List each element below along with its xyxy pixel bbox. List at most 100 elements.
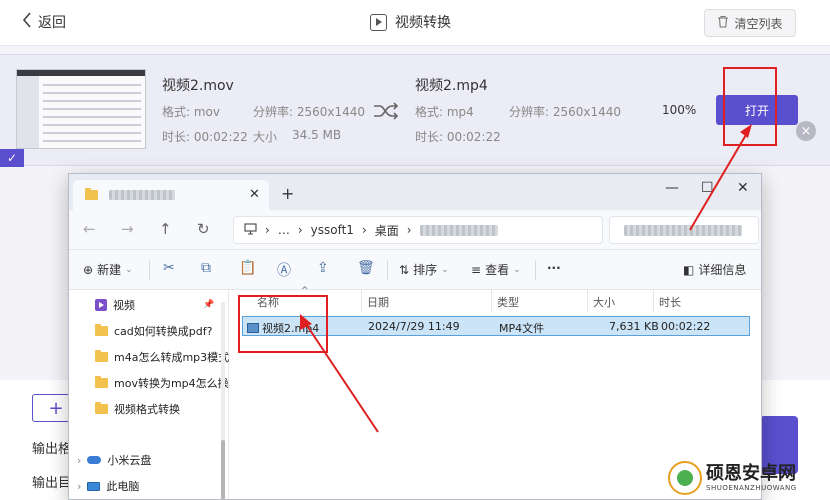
new-button[interactable]: ⊕ 新建 ⌄ (83, 261, 133, 278)
breadcrumb-sep-icon: › (406, 223, 412, 237)
breadcrumb-blurred (419, 224, 498, 236)
progress-percent: 100% (662, 103, 697, 117)
chevron-left-icon (22, 12, 32, 32)
trash-icon (717, 15, 729, 31)
target-resolution: 分辨率: 2560x1440 (509, 105, 622, 119)
breadcrumb-yssoft1[interactable]: yssoft1 (311, 223, 354, 237)
highlight-file (238, 295, 328, 353)
paste-icon[interactable]: 📋 (239, 260, 256, 276)
view-label: 查看 (485, 263, 510, 277)
source-size-label: 大小 (253, 130, 278, 144)
column-header-date[interactable]: 日期 (367, 294, 389, 310)
file-duration: 00:02:22 (661, 320, 711, 333)
output-dir-label: 输出目 (32, 476, 72, 491)
remove-item-icon[interactable]: × (796, 121, 816, 141)
nav-item-label: m4a怎么转成mp3模式? (114, 351, 235, 364)
details-pane-icon: ◧ (683, 262, 695, 277)
folder-icon (95, 376, 108, 388)
monitor-icon (244, 222, 257, 238)
nav-item-xiaomi-cloud[interactable]: › 小米云盘 (77, 452, 151, 468)
refresh-icon[interactable]: ↻ (197, 220, 210, 238)
video-folder-icon (95, 299, 107, 311)
chevron-down-icon: ⌄ (441, 264, 449, 275)
back-button[interactable]: 返回 (22, 12, 66, 32)
forward-arrow-icon[interactable]: → (121, 220, 134, 238)
conversion-item: ✓ 视频2.mov 格式: mov 分辨率: 2560x1440 时长: 00:… (0, 54, 830, 167)
nav-item-label: cad如何转换成pdf? (114, 325, 213, 338)
target-duration: 时长: 00:02:22 (415, 130, 501, 144)
convert-arrows-icon (372, 101, 400, 124)
chevron-right-icon: › (77, 479, 82, 493)
view-list-icon: ≡ (471, 262, 482, 277)
sort-icon: ⇅ (399, 262, 410, 277)
more-options-button[interactable]: ··· (547, 261, 561, 275)
source-size-value: 34.5 MB (292, 128, 342, 142)
source-format: 格式: mov (162, 105, 220, 119)
rename-icon[interactable]: Ⓐ (277, 260, 291, 280)
address-field[interactable]: › … › yssoft1 › 桌面 › (233, 216, 603, 244)
nav-scrollbar-thumb[interactable] (221, 440, 225, 499)
breadcrumb-sep-icon: › (361, 223, 367, 237)
view-button[interactable]: ≡ 查看 ⌄ (471, 261, 521, 278)
search-blurred (624, 224, 742, 236)
page-title: 视频转换 (370, 12, 451, 32)
nav-item-mov-mp4[interactable]: mov转换为mp4怎么操作 (95, 375, 240, 391)
new-tab-button[interactable]: + (281, 184, 294, 203)
explorer-tab[interactable]: ✕ (73, 180, 269, 210)
folder-icon (95, 324, 108, 336)
breadcrumb-sep-icon: › (265, 223, 270, 237)
search-input[interactable] (609, 216, 759, 244)
clear-list-button[interactable]: 清空列表 (704, 9, 796, 37)
minimize-icon[interactable]: — (665, 180, 679, 196)
chevron-down-icon: ⌄ (513, 264, 521, 275)
sort-button[interactable]: ⇅ 排序 ⌄ (399, 261, 449, 278)
nav-item-this-pc[interactable]: › 此电脑 (77, 478, 139, 494)
maximize-icon[interactable]: ☐ (701, 180, 714, 196)
column-header-size[interactable]: 大小 (593, 294, 615, 310)
selected-check-icon[interactable]: ✓ (0, 149, 24, 167)
folder-icon (85, 188, 98, 200)
breadcrumb-ellipsis[interactable]: … (278, 223, 290, 237)
pin-icon: 📌 (203, 300, 215, 310)
output-format-label: 输出格 (32, 442, 72, 457)
nav-item-cad-pdf[interactable]: cad如何转换成pdf? (95, 323, 212, 339)
navigation-pane: 视频 📌 cad如何转换成pdf? m4a怎么转成mp3模式? mov转换为mp… (69, 290, 240, 499)
nav-item-label: 视频 (113, 299, 135, 312)
video-play-icon (370, 13, 387, 31)
file-type: MP4文件 (499, 322, 545, 335)
nav-item-videos[interactable]: 视频 📌 (95, 297, 214, 313)
column-header-duration[interactable]: 时长 (659, 294, 681, 310)
target-filename: 视频2.mp4 (415, 78, 488, 94)
up-arrow-icon[interactable]: ↑ (159, 220, 172, 238)
window-close-icon[interactable]: ✕ (737, 180, 749, 196)
tab-close-icon[interactable]: ✕ (249, 187, 260, 202)
back-label: 返回 (38, 15, 66, 31)
file-explorer-window: ✕ + — ☐ ✕ ← → ↑ ↻ › … › yssoft1 › 桌面 › ⊕… (68, 173, 762, 500)
chevron-down-icon: ⌄ (125, 264, 133, 275)
watermark-title: 硕恩安卓网 (706, 463, 796, 484)
source-filename: 视频2.mov (162, 78, 234, 94)
nav-item-m4a-mp3[interactable]: m4a怎么转成mp3模式? (95, 349, 235, 365)
explorer-titlebar: ✕ + — ☐ ✕ (69, 174, 761, 210)
cut-icon[interactable]: ✂ (163, 260, 175, 276)
source-duration: 时长: 00:02:22 (162, 130, 248, 144)
delete-icon[interactable]: 🗑 (357, 260, 375, 276)
new-label: 新建 (97, 263, 122, 277)
watermark-subtitle: SHUOENANZHUOWANG (706, 484, 797, 492)
explorer-toolbar: ⊕ 新建 ⌄ ✂ ⧉ 📋 Ⓐ ⇪ 🗑 ⇅ 排序 ⌄ ≡ 查看 ⌄ ··· ◧ 详… (69, 250, 761, 290)
app-header: 返回 视频转换 清空列表 (0, 0, 830, 46)
nav-item-label: 视频格式转换 (114, 403, 180, 416)
back-arrow-icon[interactable]: ← (83, 220, 96, 238)
pc-icon (87, 481, 101, 491)
breadcrumb-desktop[interactable]: 桌面 (375, 222, 399, 239)
folder-icon (95, 402, 108, 414)
target-format: 格式: mp4 (415, 105, 474, 119)
copy-icon[interactable]: ⧉ (201, 260, 211, 276)
watermark-emblem-icon (668, 461, 702, 495)
details-pane-button[interactable]: ◧ 详细信息 (683, 261, 746, 278)
column-header-type[interactable]: 类型 (497, 294, 519, 310)
nav-item-video-format[interactable]: 视频格式转换 (95, 401, 180, 417)
video-thumbnail (16, 69, 146, 149)
share-icon[interactable]: ⇪ (317, 260, 329, 276)
clear-list-label: 清空列表 (734, 16, 783, 31)
